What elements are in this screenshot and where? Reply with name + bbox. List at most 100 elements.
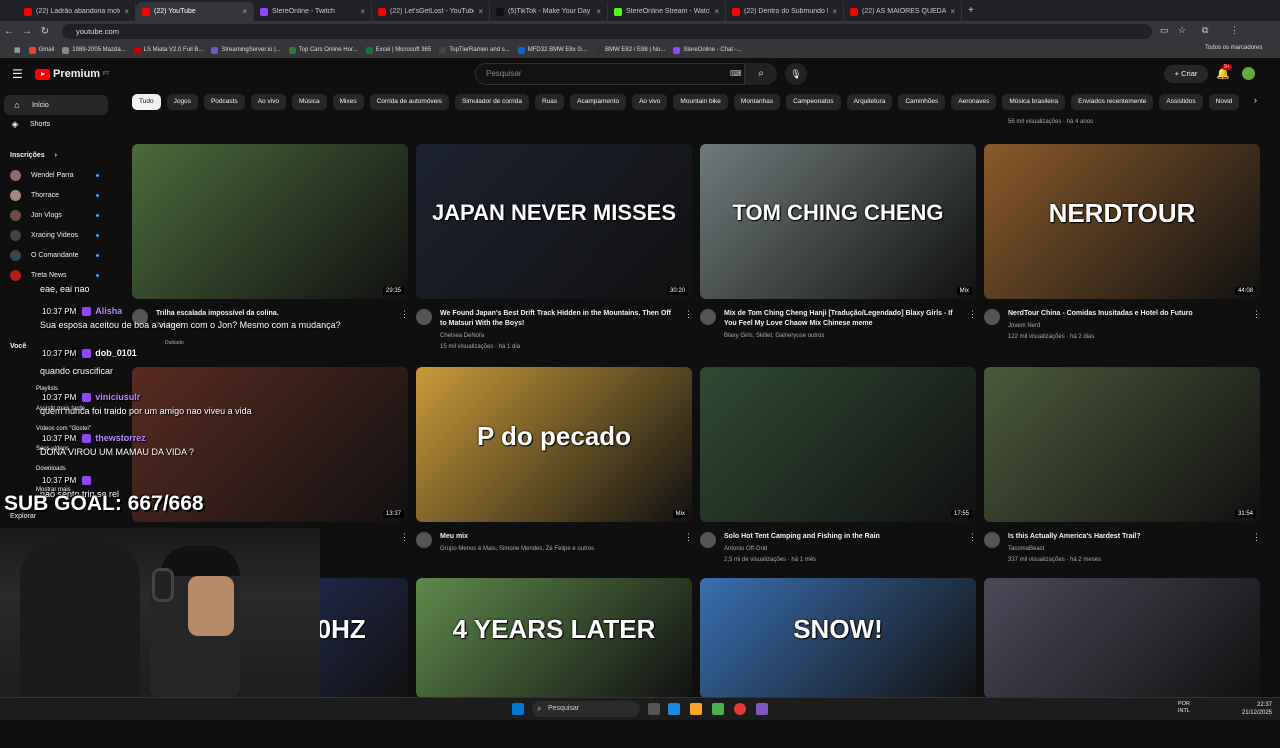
search-input[interactable]: Pesquisar <box>475 63 745 85</box>
channel-avatar[interactable] <box>700 532 716 548</box>
channel-avatar[interactable] <box>700 309 716 325</box>
create-button[interactable]: + Criar <box>1164 65 1208 83</box>
chips-next-icon[interactable]: › <box>1254 95 1257 105</box>
mic-button[interactable]: 🎙 <box>785 63 807 85</box>
video-thumbnail[interactable]: NERDTOUR 44:08 <box>984 144 1260 299</box>
filter-chip[interactable]: Simulador de corrida <box>455 94 529 110</box>
clock[interactable]: 22:37 21/12/2025 <box>1242 701 1272 717</box>
filter-chip[interactable]: Ao vivo <box>250 94 287 110</box>
filter-chip[interactable]: Novid <box>1208 94 1240 110</box>
sidebar-subscription[interactable]: Treta News <box>10 270 99 281</box>
video-card[interactable]: SNOW! <box>700 578 976 748</box>
video-card[interactable]: 31:54 Is this Actually America's Hardest … <box>984 367 1261 572</box>
channel-avatar[interactable] <box>984 532 1000 548</box>
close-tab-icon[interactable]: × <box>124 7 129 16</box>
filter-chip[interactable]: Tudo <box>132 94 161 110</box>
sidebar-subscription[interactable]: Xracing Videos <box>10 230 99 241</box>
browser-tab[interactable]: (22) YouTube × <box>136 2 254 21</box>
sidebar-subscription[interactable]: Wendel Parra <box>10 170 99 181</box>
channel-name[interactable]: Grupo Menos é Mais, Simone Mendes, Zé Fe… <box>440 544 676 555</box>
filter-chip[interactable]: Corrida de automóveis <box>369 94 449 110</box>
sidebar-subscription[interactable]: Jon Vlogs <box>10 210 99 221</box>
filter-chip[interactable]: Caminhões <box>898 94 946 110</box>
extensions-icon[interactable]: ⧉ <box>1202 25 1208 36</box>
bookmark-item[interactable]: MFD32 BMW E8x G... <box>517 46 587 54</box>
video-thumbnail[interactable]: 4 YEARS LATER <box>416 578 692 698</box>
filter-chip[interactable]: Música <box>292 94 327 110</box>
browser-tab[interactable]: (22) Dentro do Submundo Reg × <box>726 2 844 21</box>
url-field[interactable]: youtube.com <box>62 24 1152 39</box>
bookmark-item[interactable]: TopTierRamen and s... <box>439 46 510 54</box>
close-tab-icon[interactable]: × <box>950 7 955 16</box>
more-actions-icon[interactable]: ⋮ <box>684 532 693 543</box>
channel-avatar[interactable] <box>984 309 1000 325</box>
filter-chip[interactable]: Campeonatos <box>786 94 841 110</box>
filter-chip[interactable]: Mixes <box>332 94 364 110</box>
subscriptions-heading[interactable]: Inscrições › <box>10 152 57 159</box>
sidebar-item-you[interactable]: Downloads <box>36 466 66 472</box>
you-heading[interactable]: Você <box>10 343 26 350</box>
filter-chip[interactable]: Ao vivo <box>632 94 668 110</box>
channel-name[interactable]: Jovem Nerd <box>1008 321 1244 332</box>
browser-tab[interactable]: (22) Let'sGetLost - YouTube × <box>372 2 490 21</box>
filter-chip[interactable]: Enviados recentemente <box>1071 94 1154 110</box>
forward-icon[interactable]: → <box>18 26 36 37</box>
filter-chip[interactable]: Arquitetura <box>846 94 893 110</box>
bookmark-item[interactable]: Excel | Microsoft 365 <box>365 46 431 54</box>
bookmark-item[interactable]: Gmail <box>28 46 54 54</box>
video-title[interactable]: Is this Actually America's Hardest Trail… <box>1008 532 1244 542</box>
close-tab-icon[interactable]: × <box>242 7 247 16</box>
all-bookmarks-folder[interactable]: Todos os marcadores <box>1205 45 1262 51</box>
video-thumbnail[interactable]: P do pecado Mix <box>416 367 692 522</box>
bookmark-item[interactable]: StreamingServer.io |... <box>211 46 281 54</box>
taskbar-search[interactable]: ⌕ Pesquisar <box>532 701 640 717</box>
filter-chip[interactable]: Mountain bike <box>673 94 728 110</box>
more-actions-icon[interactable]: ⋮ <box>684 309 693 320</box>
video-thumbnail[interactable]: TOM CHING CHENG Mix <box>700 144 976 299</box>
video-title[interactable]: NerdTour China - Comidas Inusitadas e Ho… <box>1008 309 1244 319</box>
filter-chip[interactable]: Acampamento <box>570 94 627 110</box>
filter-chip[interactable]: Podcasts <box>203 94 245 110</box>
new-tab-icon[interactable]: + <box>962 5 980 16</box>
filter-chip[interactable]: Ruas <box>534 94 565 110</box>
browser-tab[interactable]: StereOnline Stream - Watch Liv × <box>608 2 726 21</box>
video-card[interactable]: NERDTOUR 44:08 NerdTour China - Comidas In… <box>984 144 1261 349</box>
browser-tab[interactable]: StereOnline - Twitch × <box>254 2 372 21</box>
more-actions-icon[interactable]: ⋮ <box>400 532 409 543</box>
video-card[interactable]: 17:55 Solo Hot Tent Camping and Fishing i… <box>700 367 977 572</box>
filter-chip[interactable]: Jogos <box>166 94 198 110</box>
browser-tab[interactable]: (5)TikTok - Make Your Day × <box>490 2 608 21</box>
channel-avatar[interactable] <box>416 532 432 548</box>
filter-chip[interactable]: Assistidos <box>1159 94 1203 110</box>
file-explorer-icon[interactable] <box>690 703 702 715</box>
close-tab-icon[interactable]: × <box>596 7 601 16</box>
video-thumbnail[interactable]: JAPAN NEVER MISSES 30:20 <box>416 144 692 299</box>
video-card[interactable] <box>984 578 1260 748</box>
bookmark-item[interactable]: 1989-2005 Mazda... <box>62 46 126 54</box>
video-thumbnail[interactable]: 29:35 <box>132 144 408 299</box>
chrome-icon[interactable] <box>734 703 746 715</box>
hamburger-icon[interactable]: ☰ <box>12 67 23 81</box>
close-tab-icon[interactable]: × <box>478 7 483 16</box>
sidebar-item-you[interactable]: Vídeos com "Gostei" <box>36 426 91 432</box>
video-title[interactable]: We Found Japan's Best Drift Track Hidden… <box>440 309 676 329</box>
store-icon[interactable] <box>712 703 724 715</box>
sidebar-item-home[interactable]: ⌂ Início <box>4 95 108 115</box>
app-icon[interactable] <box>756 703 768 715</box>
channel-name[interactable]: Blaxy Girls, Skillet, Galneryuse outros <box>724 331 960 342</box>
close-tab-icon[interactable]: × <box>714 7 719 16</box>
sidebar-item-shorts[interactable]: ◈ Shorts <box>10 119 51 129</box>
bookmark-item[interactable]: BMW E82 / E88 | No... <box>595 46 665 54</box>
video-title[interactable]: Meu mix <box>440 532 676 542</box>
back-icon[interactable]: ← <box>0 26 18 37</box>
bookmark-item[interactable]: StereOnline - Chat -... <box>673 46 742 54</box>
task-view-icon[interactable] <box>648 703 660 715</box>
filter-chip[interactable]: Montanhas <box>733 94 781 110</box>
video-title[interactable]: Mix de Tom Ching Cheng Hanji [Tradução/L… <box>724 309 960 329</box>
browser-tab[interactable]: (22) Ladrão abandona moto ro × <box>18 2 136 21</box>
video-thumbnail[interactable]: 17:55 <box>700 367 976 522</box>
video-card[interactable]: 4 YEARS LATER <box>416 578 692 748</box>
channel-name[interactable]: Chelsea DeNofa <box>440 331 676 342</box>
video-card[interactable]: P do pecado Mix Meu mix Grupo Menos é Mais,… <box>416 367 693 572</box>
bookmark-item[interactable]: Top Cars Online Hor... <box>288 46 358 54</box>
